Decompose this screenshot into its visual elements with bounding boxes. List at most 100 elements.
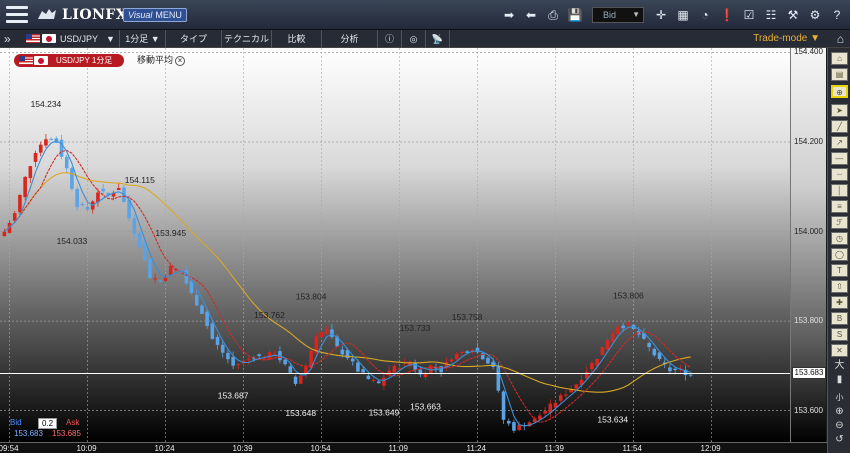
chart-symbol-tag[interactable]: USD/JPY 1分足 (14, 54, 124, 67)
checklist-icon[interactable]: ☑ (740, 5, 758, 25)
price-annotation-9: 153.733 (400, 323, 431, 333)
time-tick-label: 10:09 (76, 444, 97, 453)
jp-flag-icon (42, 34, 56, 43)
drawing-tools-panel: ⌂ ▤ ⊕ ➤ ╱ ↗ ― ┈ │ ≡ ℱ ◷ ◯ T ⇧ ✚ B S ✕ 大 … (827, 48, 850, 453)
buy-mark-icon[interactable]: B (831, 312, 848, 325)
trade-mode-button[interactable]: Trade-mode ▼ (753, 30, 820, 48)
pie-icon[interactable]: ◔ (696, 5, 714, 25)
trendline-tool-icon[interactable]: ╱ (831, 120, 848, 133)
candle-body (85, 206, 90, 210)
zoom-large-icon[interactable]: 大 (831, 360, 848, 373)
hamburger-menu-icon[interactable] (6, 6, 28, 24)
candle-body (194, 295, 199, 306)
candle-body (116, 188, 121, 190)
print-icon[interactable]: ⎙ (544, 5, 562, 25)
chevron-down-icon: ▼ (632, 10, 640, 19)
erase-tool-icon[interactable]: ✕ (831, 344, 848, 357)
export-icon[interactable]: ➡ (500, 5, 518, 25)
layout-icon[interactable]: ▦ (674, 5, 692, 25)
price-type-select[interactable]: Bid ▼ (592, 7, 644, 23)
sell-mark-icon[interactable]: S (831, 328, 848, 341)
ray-tool-icon[interactable]: ↗ (831, 136, 848, 149)
candle-body (293, 376, 298, 384)
refresh-icon[interactable]: ↺ (831, 434, 848, 447)
close-icon[interactable]: × (175, 56, 186, 66)
candle-body (564, 394, 568, 396)
menu-label: MENU (155, 10, 182, 20)
home-icon[interactable] (831, 32, 848, 45)
candle-body (610, 333, 615, 342)
zoom-slider-icon[interactable]: ▮ (831, 374, 848, 387)
text-tool-icon[interactable]: T (831, 264, 848, 277)
tab-compare[interactable]: 比較 (272, 30, 322, 48)
crosshair-icon[interactable]: ✛ (652, 5, 670, 25)
candle-body (688, 374, 693, 376)
symbol-select[interactable]: USD/JPY ▼ (20, 30, 120, 48)
chart-canvas[interactable]: 154.234 154.115 154.033 153.945 153.762 153.8… (0, 48, 790, 442)
channel-tool-icon[interactable]: ≡ (831, 200, 848, 213)
collapse-chevron-icon[interactable]: » (4, 32, 11, 46)
timeframe-label: 1分足 (125, 34, 149, 44)
price-annotation-6: 153.687 (218, 391, 249, 401)
pointer-tool-icon[interactable]: ➤ (831, 104, 848, 117)
crosshair-tool-icon[interactable]: ⊕ (831, 85, 848, 98)
alert-icon[interactable]: ❗ (718, 5, 736, 25)
candle-body (215, 336, 220, 345)
candle-body (350, 358, 355, 362)
candle-body (501, 391, 506, 420)
candle-body (392, 366, 397, 373)
tab-technical[interactable]: テクニカル (222, 30, 272, 48)
arrow-tool-icon[interactable]: ⇧ (831, 280, 848, 293)
time-axis[interactable]: 09:54 10:09 10:24 10:39 10:54 11:09 11:24 11:39… (0, 442, 827, 453)
candle-body (371, 379, 376, 381)
import-icon[interactable]: ⬅ (522, 5, 540, 25)
price-annotation-11: 153.758 (452, 312, 483, 322)
candle-body (574, 384, 579, 389)
zoom-in-icon[interactable]: ⊕ (831, 406, 848, 419)
price-annotation-10: 153.663 (410, 401, 441, 411)
candle-body (304, 366, 308, 374)
candle-body (205, 311, 209, 326)
candle-body (616, 326, 620, 335)
candle-body (340, 349, 345, 355)
tab-analysis[interactable]: 分析 (322, 30, 378, 48)
candle-body (80, 203, 85, 205)
fibonacci-tool-icon[interactable]: ℱ (831, 216, 848, 229)
hline-tool-icon[interactable]: ― (831, 152, 848, 165)
ellipse-tool-icon[interactable]: ◯ (831, 248, 848, 261)
help-icon[interactable]: ? (828, 5, 846, 25)
mark-tool-icon[interactable]: ✚ (831, 296, 848, 309)
vline-tool-icon[interactable]: │ (831, 184, 848, 197)
gear-icon[interactable]: ⚙ (806, 5, 824, 25)
timeframe-select[interactable]: 1分足 ▼ (120, 30, 166, 48)
jp-flag-icon (34, 56, 48, 65)
candle-body (246, 359, 251, 361)
cycle-tool-icon[interactable]: ◷ (831, 232, 848, 245)
grid-icon[interactable]: ☷ (762, 5, 780, 25)
zoom-out-icon[interactable]: ⊖ (831, 420, 848, 433)
bid-value[interactable]: 153.683 (14, 429, 43, 438)
price-chart[interactable]: 154.234 154.115 154.033 153.945 153.762 153.8… (0, 48, 790, 442)
visual-menu-button[interactable]: Visual MENU (123, 8, 187, 22)
candle-body (257, 354, 261, 357)
price-axis[interactable]: 153.600 153.800 154.000 154.200 154.400 153.6… (790, 47, 826, 442)
ask-value[interactable]: 153.685 (52, 429, 81, 438)
candle-body (376, 381, 381, 384)
satellite-icon[interactable]: 📡 (426, 30, 450, 48)
dotted-line-tool-icon[interactable]: ┈ (831, 168, 848, 181)
zoom-small-icon[interactable]: 小 (831, 392, 848, 405)
target-icon[interactable]: ◎ (402, 30, 426, 48)
price-tick-label: 154.200 (794, 137, 823, 147)
save-icon[interactable]: 💾 (566, 5, 584, 25)
us-flag-icon (19, 56, 33, 65)
visual-label: Visual (128, 10, 153, 20)
bid-label: Bid (10, 418, 22, 427)
tools-icon[interactable]: ⚒ (784, 5, 802, 25)
cursor-tool-icon[interactable]: ⌂ (831, 52, 848, 65)
chart-tool-icon[interactable]: ▤ (831, 68, 848, 81)
indicator-tag[interactable]: 移動平均 × (137, 54, 186, 67)
info-icon[interactable]: ⓘ (378, 30, 402, 48)
candle-body (220, 344, 225, 353)
tab-type[interactable]: タイプ (166, 30, 222, 48)
ma-mid-line (3, 149, 692, 423)
